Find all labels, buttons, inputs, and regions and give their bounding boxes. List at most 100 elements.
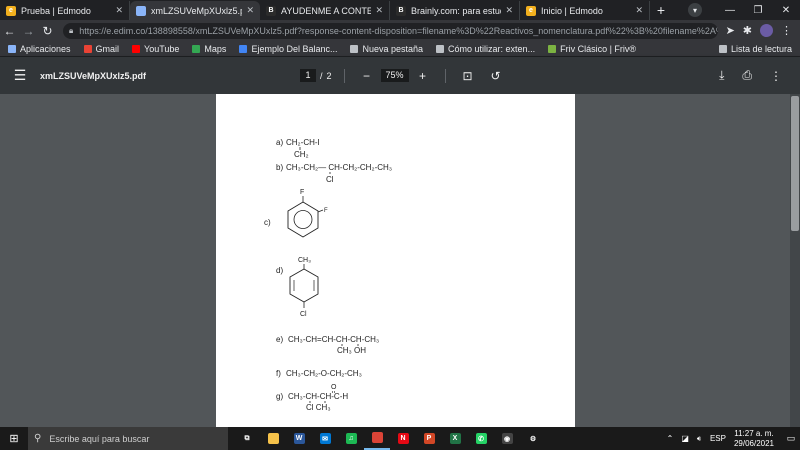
profile-avatar[interactable] (760, 24, 773, 37)
youtube-icon (132, 44, 141, 53)
reload-button[interactable]: ↻ (38, 24, 57, 38)
tab-label: Inicio | Edmodo (541, 5, 603, 16)
browser-tab[interactable]: xmLZSUVeMpXUxlz5.pdf ✕ (130, 1, 260, 20)
system-tray: ⌃ ◪ 🔉︎ ESP 11:27 a. m. 29/06/2021 ▭ (663, 427, 800, 450)
chrome-icon[interactable] (364, 427, 390, 450)
app-glyph: ◉ (501, 433, 513, 444)
netflix-icon[interactable]: N (390, 427, 416, 450)
item-e-branches: CH₃ OH (337, 346, 366, 355)
powerpoint-icon[interactable]: P (416, 427, 442, 450)
print-icon[interactable]: ⎙ (742, 68, 752, 83)
item-e-formula: CH₃-CH=CH-CH-CH-CH₃ (288, 335, 379, 344)
bookmark-item[interactable]: Friv Clásico | Friv® (548, 44, 636, 54)
mail-icon[interactable]: ✉ (312, 427, 338, 450)
bookmark-item[interactable]: YouTube (132, 44, 179, 54)
item-g-oxygen: O (331, 384, 337, 391)
maximize-button[interactable]: ❐ (744, 5, 772, 16)
pdf-viewport[interactable]: a) CH₂-CH-I CH₂ b) CH₃-CH₂— CH-CH₂-CH₂-C… (0, 94, 800, 427)
tab-search-icon[interactable]: ▾ (688, 3, 702, 17)
bookmark-item[interactable]: Maps (192, 44, 226, 54)
total-pages: 2 (326, 70, 332, 81)
friv-icon (548, 44, 557, 53)
browser-tab[interactable]: B AYUDENME A CONTESTAR ES✕ (260, 1, 390, 20)
taskbar-search-box[interactable]: ⚲ Escribe aquí para buscar (28, 427, 228, 450)
hamburger-menu-icon[interactable]: ☰ (0, 67, 40, 84)
zoom-level-input[interactable]: 75% (380, 69, 409, 82)
bookmark-item[interactable]: Cómo utilizar: exten... (436, 44, 535, 54)
item-d-label: d) (276, 266, 283, 275)
bookmark-item[interactable]: Ejemplo Del Balanc... (239, 44, 337, 54)
app-glyph (371, 432, 383, 443)
item-d-chlorine: Cl (300, 311, 307, 318)
current-page-input[interactable]: 1 (300, 69, 316, 82)
show-hidden-icons-icon[interactable]: ⌃ (667, 434, 674, 443)
task-view-icon[interactable]: ⧉ (234, 427, 260, 450)
tab-close-icon[interactable]: ✕ (635, 5, 643, 16)
item-c-label: c) (264, 218, 271, 227)
forward-button[interactable]: → (19, 24, 38, 38)
bond-line (317, 209, 324, 213)
bookmark-item[interactable]: Aplicaciones (8, 44, 71, 54)
arrow-cursor-icon (436, 44, 445, 53)
pdf-toolbar: ☰ xmLZSUVeMpXUxlz5.pdf 1 / 2 − 75% + ⊡ ↺… (0, 57, 800, 94)
reading-list-label: Lista de lectura (730, 43, 792, 54)
windows-taskbar: ⊞ ⚲ Escribe aquí para buscar ⧉ W ✉ ♫ N P X ✆ ◉ ⚙ … (0, 427, 800, 450)
page-selector: 1 / 2 (300, 69, 332, 82)
reading-list-button[interactable]: Lista de lectura (718, 43, 792, 54)
settings-icon[interactable]: ⚙ (520, 427, 546, 450)
pdf-title: xmLZSUVeMpXUxlz5.pdf (40, 70, 147, 81)
close-window-button[interactable]: ✕ (772, 5, 800, 16)
tab-close-icon[interactable]: ✕ (505, 5, 513, 16)
browser-menu-icon[interactable]: ⋮ (781, 24, 792, 37)
volume-icon[interactable]: 🔉︎ (697, 434, 702, 444)
bookmark-item[interactable]: Gmail (83, 44, 119, 54)
maps-icon (192, 44, 201, 53)
windows-start-icon[interactable]: ⊞ (0, 432, 28, 445)
browser-tab[interactable]: B Brainly.com: para estudiantes ✕ (390, 1, 520, 20)
globe-icon (350, 44, 359, 53)
more-options-icon[interactable]: ⋮ (770, 69, 782, 83)
excel-icon[interactable]: X (442, 427, 468, 450)
camera-icon[interactable]: ◉ (494, 427, 520, 450)
item-c-fluorine-1: F (300, 189, 304, 196)
toolbar-divider (343, 68, 345, 83)
brainly-icon: B (396, 5, 406, 16)
fit-page-icon[interactable]: ⊡ (458, 69, 478, 83)
page-separator: / (320, 70, 323, 81)
bookmark-label: Ejemplo Del Balanc... (251, 43, 338, 54)
pdf-page: a) CH₂-CH-I CH₂ b) CH₃-CH₂— CH-CH₂-CH₂-C… (216, 94, 575, 427)
reading-list-icon (718, 44, 727, 53)
download-icon[interactable]: ⤓ (719, 68, 724, 83)
notifications-icon[interactable]: ▭ (782, 433, 800, 444)
scrollbar-thumb[interactable] (791, 96, 799, 231)
tab-close-icon[interactable]: ✕ (115, 5, 123, 16)
item-d-methyl: CH₃ (298, 257, 311, 264)
word-icon[interactable]: W (286, 427, 312, 450)
language-indicator[interactable]: ESP (710, 434, 726, 443)
vertical-scrollbar[interactable] (790, 94, 800, 427)
whatsapp-icon[interactable]: ✆ (468, 427, 494, 450)
benzene-ring-c (287, 201, 319, 238)
minimize-button[interactable]: — (716, 5, 744, 16)
taskbar-clock[interactable]: 11:27 a. m. 29/06/2021 (734, 429, 774, 449)
extensions-puzzle-icon[interactable]: ✱ (743, 24, 752, 37)
new-tab-button[interactable]: + (650, 1, 672, 20)
back-button[interactable]: ← (0, 24, 19, 38)
browser-tab[interactable]: e Inicio | Edmodo ✕ (520, 1, 650, 20)
bookmark-item[interactable]: Nueva pestaña (350, 44, 423, 54)
bookmark-label: Friv Clásico | Friv® (560, 43, 637, 54)
zoom-out-button[interactable]: − (357, 69, 377, 83)
send-arrow-icon[interactable]: ➤ (726, 24, 735, 37)
rotate-icon[interactable]: ↺ (486, 69, 506, 83)
aromatic-circle (293, 210, 313, 229)
app-glyph: ⚙ (527, 433, 539, 444)
tab-close-icon[interactable]: ✕ (246, 5, 254, 16)
spotify-icon[interactable]: ♫ (338, 427, 364, 450)
file-explorer-icon[interactable] (260, 427, 286, 450)
address-bar[interactable]: 🔒︎ https://e.edim.co/138898558/xmLZSUVeM… (63, 22, 718, 39)
app-glyph: W (293, 433, 305, 444)
zoom-in-button[interactable]: + (413, 69, 433, 83)
browser-tab[interactable]: e Prueba | Edmodo ✕ (0, 1, 130, 20)
tab-close-icon[interactable]: ✕ (375, 5, 383, 16)
network-icon[interactable]: ◪ (681, 434, 689, 443)
